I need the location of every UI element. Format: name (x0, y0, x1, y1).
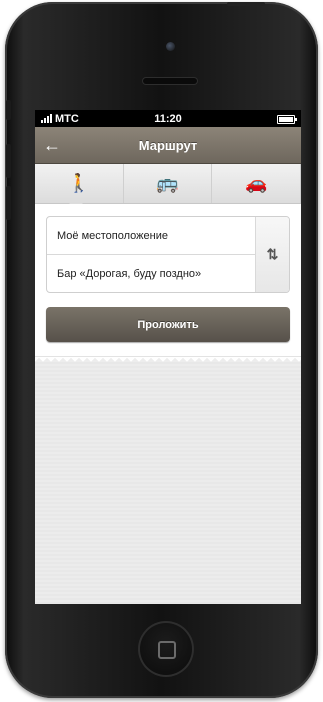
back-button[interactable]: ← (43, 135, 67, 155)
build-route-button[interactable]: Проложить (46, 307, 290, 342)
earpiece-speaker (143, 78, 197, 84)
car-icon: 🚗 (244, 173, 268, 193)
nav-bar: ← Маршрут (35, 127, 301, 164)
route-box: Моё местоположение Бар «Дорогая, буду по… (46, 216, 290, 293)
volume-up-button (6, 144, 11, 178)
bus-icon: 🚌 (156, 173, 179, 193)
screen: МТС 11:20 ← Маршрут 🚶 🚌 🚗 Моё местополож… (35, 110, 301, 604)
transport-tabs: 🚶 🚌 🚗 (35, 164, 301, 210)
empty-content-area (35, 362, 301, 604)
swap-icon: ⇅ (266, 246, 279, 262)
to-field[interactable]: Бар «Дорогая, буду поздно» (47, 254, 255, 292)
battery-icon (277, 115, 297, 124)
home-button[interactable] (138, 621, 194, 677)
home-square-icon (158, 641, 176, 659)
front-camera (166, 42, 175, 51)
volume-down-button (6, 186, 11, 220)
status-bar: МТС 11:20 (35, 110, 301, 127)
route-form: Моё местоположение Бар «Дорогая, буду по… (35, 204, 301, 357)
walking-icon: 🚶 (67, 173, 91, 193)
tab-bus[interactable]: 🚌 (124, 164, 213, 203)
swap-button[interactable]: ⇅ (255, 217, 289, 292)
page-title: Маршрут (138, 137, 198, 153)
status-time: 11:20 (154, 112, 182, 125)
tab-car[interactable]: 🚗 (212, 164, 301, 203)
tab-walking[interactable]: 🚶 (35, 164, 124, 203)
route-fields: Моё местоположение Бар «Дорогая, буду по… (47, 217, 255, 292)
arrow-left-icon: ← (43, 135, 61, 155)
power-button (227, 2, 265, 6)
from-field[interactable]: Моё местоположение (47, 217, 255, 254)
mute-switch (6, 100, 11, 120)
